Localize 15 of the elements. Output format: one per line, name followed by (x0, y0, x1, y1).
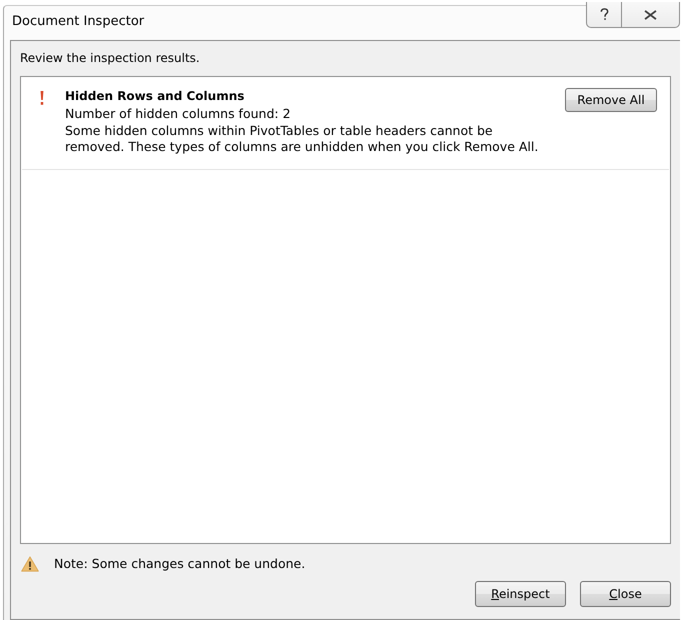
instruction-text: Review the inspection results. (20, 50, 201, 66)
close-button[interactable]: Close (580, 581, 671, 607)
reinspect-button[interactable]: Reinspect (475, 581, 566, 607)
warning-icon (21, 556, 39, 572)
window-close-button[interactable] (621, 2, 680, 28)
remove-all-button[interactable]: Remove All (565, 88, 657, 112)
result-description: Number of hidden columns found: 2 (65, 106, 292, 122)
help-icon (600, 8, 608, 21)
result-description: Some hidden columns within PivotTables or table headers cannot be removed. These types of columns are unhidden when you click Remove All. (65, 122, 540, 156)
note-text: Note: Some changes cannot be undone. (54, 556, 306, 572)
exclamation-icon (40, 91, 44, 105)
window-title: Document Inspector (12, 14, 144, 30)
help-button[interactable] (586, 2, 621, 28)
result-title: Hidden Rows and Columns (65, 88, 246, 105)
close-icon (644, 10, 657, 20)
